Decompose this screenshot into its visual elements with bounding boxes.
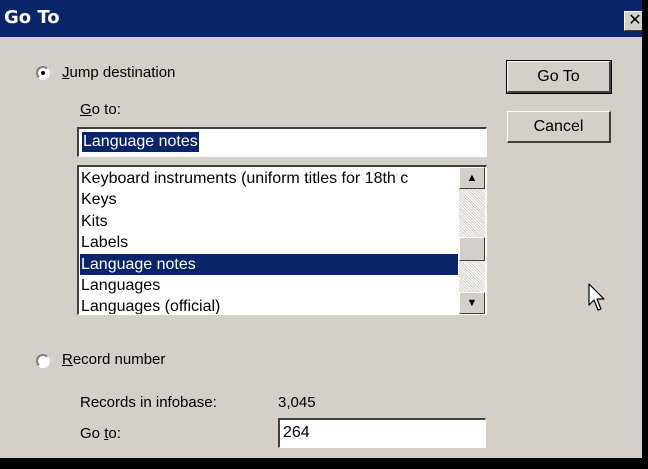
title-bar[interactable]: Go To ✕ xyxy=(0,0,648,37)
scroll-down-button[interactable]: ▼ xyxy=(459,292,485,314)
jump-destination-radio[interactable] xyxy=(36,66,50,80)
list-item[interactable]: Languages xyxy=(80,275,458,296)
record-number-radio[interactable] xyxy=(36,354,50,368)
records-in-infobase-label: Records in infobase: xyxy=(80,394,217,411)
record-number-input[interactable]: 264 xyxy=(278,418,486,448)
list-item[interactable]: Language notes xyxy=(80,253,458,275)
list-scrollbar[interactable]: ▲ ▼ xyxy=(459,167,485,314)
scroll-up-button[interactable]: ▲ xyxy=(459,167,485,189)
scroll-down-icon: ▼ xyxy=(466,297,478,309)
scroll-thumb[interactable] xyxy=(459,237,485,261)
arrow-cursor-icon xyxy=(588,283,605,311)
goto-destination-input[interactable]: Language notes xyxy=(77,127,487,157)
goto-field-label: Go to: xyxy=(80,101,121,118)
radio-selected-dot xyxy=(41,71,45,75)
list-item[interactable]: Languages (official) xyxy=(80,296,458,314)
cancel-button[interactable]: Cancel xyxy=(507,111,611,143)
right-frame-edge xyxy=(642,0,648,469)
bottom-frame-edge xyxy=(0,458,648,469)
goto-button[interactable]: Go To xyxy=(506,60,612,94)
list-item[interactable]: Labels xyxy=(80,232,458,253)
destination-listbox[interactable]: Keyboard instruments (uniform titles for… xyxy=(77,165,487,315)
record-number-value: 264 xyxy=(283,424,310,441)
record-number-label: Record number xyxy=(62,351,166,368)
list-item[interactable]: Keyboard instruments (uniform titles for… xyxy=(80,168,458,189)
goto-dialog: Go To ✕ Jump destination Go to: Language… xyxy=(0,0,648,469)
close-icon: ✕ xyxy=(628,12,642,29)
scroll-up-icon: ▲ xyxy=(466,172,478,184)
window-title: Go To xyxy=(4,7,60,28)
list-item[interactable]: Keys xyxy=(80,189,458,210)
goto-destination-value: Language notes xyxy=(82,132,199,152)
destination-list: Keyboard instruments (uniform titles for… xyxy=(80,168,458,314)
list-item[interactable]: Kits xyxy=(80,211,458,232)
records-in-infobase-value: 3,045 xyxy=(278,394,316,411)
record-goto-label: Go to: xyxy=(80,425,121,442)
jump-destination-label: Jump destination xyxy=(62,64,176,81)
